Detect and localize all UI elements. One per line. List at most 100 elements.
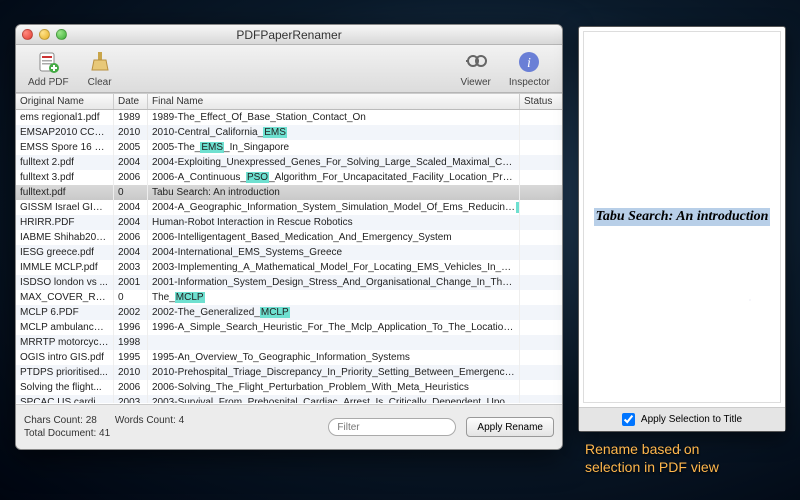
clear-button[interactable]: Clear [83, 47, 117, 90]
cell-original: ems regional1.pdf [16, 110, 114, 125]
cell-status [520, 290, 562, 305]
col-original[interactable]: Original Name [16, 94, 114, 109]
cell-status [520, 245, 562, 260]
table-row[interactable]: IESG greece.pdf20042004-International_EM… [16, 245, 562, 260]
add-pdf-button[interactable]: Add PDF [24, 47, 73, 90]
cell-original: SPCAC US cardiac... [16, 395, 114, 403]
table-row[interactable]: MAX_COVER_RLC_...0The_MCLP [16, 290, 562, 305]
table-row[interactable]: MCLP ambulance.pdf19961996-A_Simple_Sear… [16, 320, 562, 335]
cell-original: IABME Shihab200... [16, 230, 114, 245]
main-window: PDFPaperRenamer Add PDF Clear Viewer i [15, 24, 563, 450]
cell-original: IMMLE MCLP.pdf [16, 260, 114, 275]
table-row[interactable]: OGIS intro GIS.pdf19951995-An_Overview_T… [16, 350, 562, 365]
table-row[interactable]: fulltext.pdf0Tabu Search: An introductio… [16, 185, 562, 200]
cell-final: 2003-Survival_From_Prehospital_Cardiac_A… [148, 395, 520, 403]
cell-date: 1998 [114, 335, 148, 350]
table-row[interactable]: GISSM Israel GIS.pdf20042004-A_Geographi… [16, 200, 562, 215]
table-row[interactable]: fulltext 2.pdf20042004-Exploiting_Unexpr… [16, 155, 562, 170]
filter-input[interactable] [328, 418, 456, 436]
table-row[interactable]: MRRTP motorcycle...1998 [16, 335, 562, 350]
cell-final: 2003-Implementing_A_Mathematical_Model_F… [148, 260, 520, 275]
highlight-token: EMS [200, 142, 224, 153]
cell-date: 2005 [114, 140, 148, 155]
pdf-selected-text: Tabu Search: An introduction [594, 208, 771, 226]
cell-final: 2006-Solving_The_Flight_Perturbation_Pro… [148, 380, 520, 395]
inspector-label: Inspector [509, 77, 550, 88]
cell-final: 2005-The_EMS_In_Singapore [148, 140, 520, 155]
cell-date: 2002 [114, 305, 148, 320]
cell-final: 2006-A_Continuous_PSO_Algorithm_For_Unca… [148, 170, 520, 185]
cell-original: EMSAP2010 CCEM... [16, 125, 114, 140]
cell-status [520, 110, 562, 125]
table-row[interactable]: IABME Shihab200...20062006-Intelligentag… [16, 230, 562, 245]
cell-original: HRIRR.PDF [16, 215, 114, 230]
pdf-preview-panel: Tabu Search: An introduction Apply Selec… [578, 26, 786, 432]
cell-original: fulltext 2.pdf [16, 155, 114, 170]
cell-original: MRRTP motorcycle... [16, 335, 114, 350]
table-row[interactable]: HRIRR.PDF2004Human-Robot Interaction in … [16, 215, 562, 230]
cell-status [520, 125, 562, 140]
cell-final: 2006-Intelligentagent_Based_Medication_A… [148, 230, 520, 245]
viewer-button[interactable]: Viewer [456, 47, 494, 90]
col-date[interactable]: Date [114, 94, 148, 109]
cell-final: 2001-Information_System_Design_Stress_An… [148, 275, 520, 290]
table-row[interactable]: MCLP 6.PDF20022002-The_Generalized_MCLP [16, 305, 562, 320]
table-row[interactable]: IMMLE MCLP.pdf20032003-Implementing_A_Ma… [16, 260, 562, 275]
cell-status [520, 260, 562, 275]
table-row[interactable]: EMSS Spore 16 am...20052005-The_EMS_In_S… [16, 140, 562, 155]
cell-final: 2004-A_Geographic_Information_System_Sim… [148, 200, 520, 215]
counts: Chars Count: 28 Words Count: 4 Total Doc… [24, 415, 184, 439]
table-row[interactable]: SPCAC US cardiac...20032003-Survival_Fro… [16, 395, 562, 403]
cell-date: 2010 [114, 125, 148, 140]
col-status[interactable]: Status [520, 94, 562, 109]
inspector-button[interactable]: i Inspector [505, 47, 554, 90]
table-row[interactable]: ISDSO london vs ...20012001-Information_… [16, 275, 562, 290]
cell-final: Human-Robot Interaction in Rescue Roboti… [148, 215, 520, 230]
cell-original: PTDPS prioritised... [16, 365, 114, 380]
cell-original: fulltext 3.pdf [16, 170, 114, 185]
cell-original: ISDSO london vs ... [16, 275, 114, 290]
cell-original: IESG greece.pdf [16, 245, 114, 260]
caption-line2: selection in PDF view [585, 458, 719, 476]
clear-icon [87, 49, 113, 75]
cell-date: 2003 [114, 260, 148, 275]
cell-original: MCLP 6.PDF [16, 305, 114, 320]
cell-original: fulltext.pdf [16, 185, 114, 200]
cell-original: EMSS Spore 16 am... [16, 140, 114, 155]
cell-status [520, 185, 562, 200]
viewer-icon [463, 49, 489, 75]
cell-status [520, 365, 562, 380]
cell-date: 2004 [114, 245, 148, 260]
table-row[interactable]: EMSAP2010 CCEM...20102010-Central_Califo… [16, 125, 562, 140]
cell-status [520, 200, 562, 215]
table-row[interactable]: fulltext 3.pdf20062006-A_Continuous_PSO_… [16, 170, 562, 185]
chars-value: 28 [86, 415, 97, 426]
cell-status [520, 335, 562, 350]
cell-status [520, 170, 562, 185]
cell-date: 2003 [114, 395, 148, 403]
titlebar: PDFPaperRenamer [16, 25, 562, 45]
highlight-token: EMS [263, 127, 287, 138]
apply-rename-button[interactable]: Apply Rename [466, 417, 554, 437]
cell-date: 1995 [114, 350, 148, 365]
words-label: Words Count: [115, 415, 176, 426]
cell-status [520, 305, 562, 320]
cell-date: 1996 [114, 320, 148, 335]
clear-label: Clear [88, 77, 112, 88]
cell-final: 2010-Central_California_EMS [148, 125, 520, 140]
col-final[interactable]: Final Name [148, 94, 520, 109]
cell-original: Solving the flight... [16, 380, 114, 395]
caption-line1: Rename based on [585, 440, 719, 458]
pdf-page[interactable]: Tabu Search: An introduction [583, 31, 781, 403]
cell-final: The_MCLP [148, 290, 520, 305]
table-row[interactable]: PTDPS prioritised...20102010-Prehospital… [16, 365, 562, 380]
table-row[interactable]: ems regional1.pdf19891989-The_Effect_Of_… [16, 110, 562, 125]
cell-status [520, 275, 562, 290]
apply-selection-checkbox[interactable] [622, 413, 635, 426]
cell-final: 2010-Prehospital_Triage_Discrepancy_In_P… [148, 365, 520, 380]
cell-status [520, 215, 562, 230]
cell-original: OGIS intro GIS.pdf [16, 350, 114, 365]
cell-status [520, 320, 562, 335]
table-row[interactable]: Solving the flight...20062006-Solving_Th… [16, 380, 562, 395]
cell-status [520, 380, 562, 395]
